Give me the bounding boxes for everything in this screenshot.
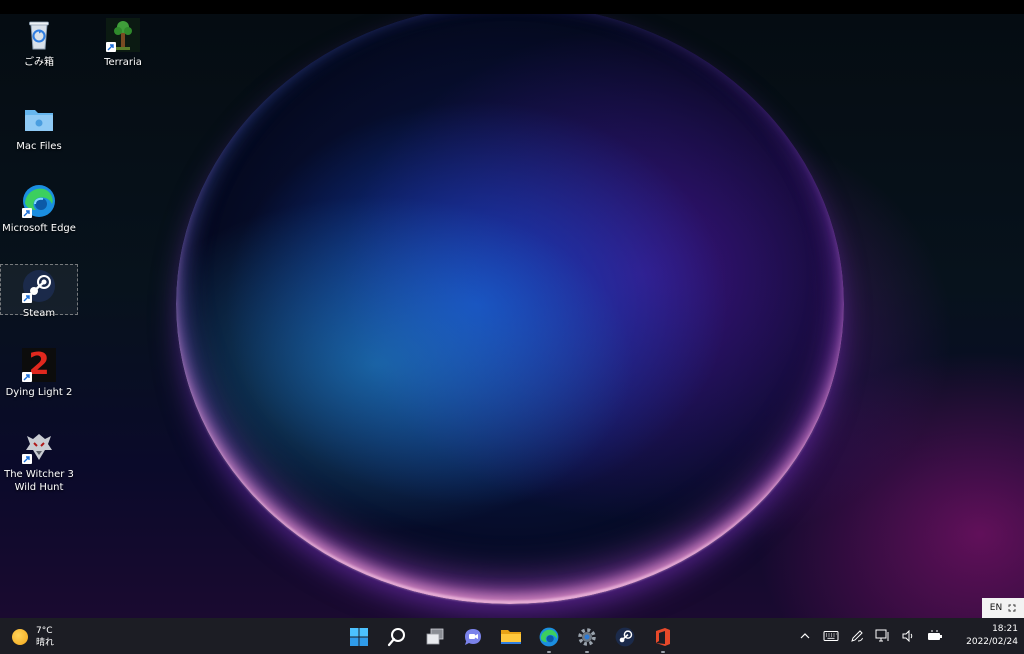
- desktop-icon-steam[interactable]: Steam: [0, 264, 78, 319]
- folder-icon: [22, 102, 56, 136]
- windows-logo-icon: [350, 628, 368, 646]
- wallpaper: [0, 14, 1024, 618]
- network-button[interactable]: [875, 628, 891, 644]
- clock[interactable]: 18:21 2022/02/24: [956, 623, 1018, 649]
- teams-chat-icon: [465, 629, 481, 645]
- steam-icon: [22, 269, 56, 303]
- desktop-icon-label: Wild Hunt: [14, 482, 64, 493]
- shortcut-arrow-icon: [22, 208, 32, 218]
- ime-language-indicator[interactable]: EN: [982, 598, 1024, 618]
- gear-icon: [578, 628, 596, 646]
- search-button[interactable]: [383, 623, 411, 651]
- shortcut-arrow-icon: [22, 372, 32, 382]
- volume-button[interactable]: [901, 628, 917, 644]
- desktop-icon-recycle-bin[interactable]: ごみ箱: [0, 18, 78, 69]
- running-indicator: [547, 651, 551, 653]
- taskbar-pinned-apps: [340, 622, 682, 653]
- expand-icon: [1008, 604, 1016, 612]
- sun-icon: [12, 629, 28, 645]
- desktop-icon-witcher-3[interactable]: The Witcher 3 Wild Hunt: [0, 430, 78, 494]
- weather-text: 7°C 晴れ: [36, 625, 54, 649]
- task-view-button[interactable]: [421, 623, 449, 651]
- network-icon: [875, 629, 889, 642]
- witcher-3-icon: [22, 430, 56, 464]
- running-indicator: [661, 651, 665, 653]
- system-tray: 18:21 2022/02/24: [792, 618, 1024, 654]
- show-hidden-icons-button[interactable]: [797, 628, 813, 644]
- taskbar: 7°C 晴れ 18:21 2022/02/24: [0, 618, 1024, 654]
- shortcut-arrow-icon: [22, 454, 32, 464]
- desktop-icon-label: The Witcher 3: [4, 469, 74, 480]
- office-button[interactable]: [649, 623, 677, 653]
- pen-menu-button[interactable]: [849, 628, 865, 644]
- desktop-icon-label: Microsoft Edge: [2, 223, 76, 234]
- weather-widget[interactable]: 7°C 晴れ: [12, 624, 54, 650]
- battery-icon: [928, 630, 942, 640]
- shortcut-arrow-icon: [22, 293, 32, 303]
- weather-condition: 晴れ: [36, 638, 55, 648]
- terraria-icon: [106, 18, 140, 52]
- dying-light-2-icon: 2: [22, 348, 56, 382]
- recycle-bin-icon: [22, 18, 56, 52]
- running-indicator: [585, 651, 589, 653]
- desktop-icon-label: Terraria: [104, 57, 142, 68]
- start-button[interactable]: [345, 623, 373, 651]
- desktop-icon-dying-light-2[interactable]: 2 Dying Light 2: [0, 348, 78, 399]
- chevron-up-icon: [800, 633, 810, 639]
- weather-temperature: 7°C: [36, 626, 53, 636]
- settings-button[interactable]: [573, 623, 601, 653]
- desktop-icon-label: Mac Files: [16, 141, 62, 152]
- keyboard-icon: [823, 631, 839, 641]
- clock-date: 2022/02/24: [966, 637, 1018, 647]
- desktop-icon-terraria[interactable]: Terraria: [84, 18, 162, 69]
- steam-button[interactable]: [611, 623, 639, 651]
- clock-time: 18:21: [992, 624, 1018, 634]
- battery-button[interactable]: [927, 628, 943, 644]
- desktop-screen: ごみ箱 Terraria Mac Files Microsoft Edge St…: [0, 0, 1024, 654]
- ime-language-label: EN: [989, 603, 1003, 613]
- office-icon: [656, 628, 670, 646]
- file-explorer-button[interactable]: [497, 623, 525, 651]
- edge-icon: [539, 627, 559, 647]
- pen-icon: [851, 630, 863, 642]
- desktop-icon-label: ごみ箱: [24, 57, 54, 68]
- desktop-icon-label: Dying Light 2: [5, 387, 73, 398]
- speaker-icon: [902, 630, 913, 642]
- edge-icon: [22, 184, 56, 218]
- wallpaper-orb-rim: [176, 14, 844, 604]
- steam-icon: [615, 627, 635, 647]
- desktop-icon-label: Steam: [22, 308, 56, 319]
- search-icon: [387, 628, 405, 647]
- edge-button[interactable]: [535, 623, 563, 653]
- desktop-icon-mac-files[interactable]: Mac Files: [0, 102, 78, 153]
- shortcut-arrow-icon: [106, 42, 116, 52]
- task-view-icon: [426, 628, 444, 645]
- chat-button[interactable]: [459, 623, 487, 651]
- touch-keyboard-button[interactable]: [823, 628, 839, 644]
- top-black-bar: [0, 0, 1024, 14]
- desktop-icon-microsoft-edge[interactable]: Microsoft Edge: [0, 184, 78, 235]
- folder-icon: [501, 630, 521, 644]
